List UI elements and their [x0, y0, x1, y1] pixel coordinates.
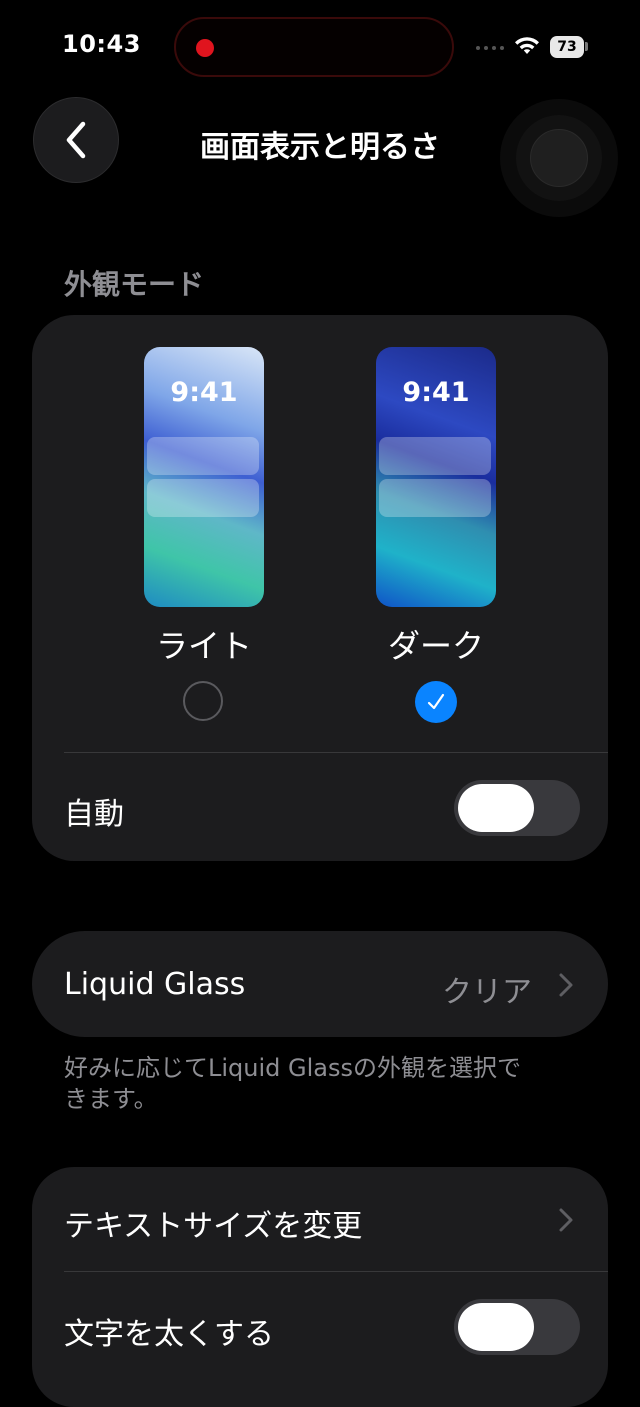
preview-time: 9:41: [170, 377, 238, 408]
preview-widget: [147, 479, 259, 517]
dark-mode-preview[interactable]: 9:41: [376, 347, 496, 607]
light-mode-preview[interactable]: 9:41: [144, 347, 264, 607]
dynamic-island[interactable]: [174, 17, 454, 77]
light-mode-radio[interactable]: [183, 681, 223, 721]
chevron-right-icon: [559, 973, 573, 997]
bold-text-label: 文字を太くする: [64, 1317, 274, 1352]
appearance-section-header: 外観モード: [64, 268, 205, 301]
auto-label: 自動: [64, 797, 124, 832]
wifi-icon: [515, 37, 539, 54]
chevron-right-icon[interactable]: [558, 1207, 574, 1233]
recording-indicator-icon: [196, 39, 214, 57]
toggle-knob: [458, 784, 534, 832]
liquid-glass-row[interactable]: Liquid Glass クリア: [32, 931, 608, 1037]
auto-toggle[interactable]: [454, 780, 580, 836]
preview-widget: [379, 479, 491, 517]
divider: [64, 1271, 608, 1272]
liquid-glass-footer: 好みに応じてLiquid Glassの外観を選択できます。: [64, 1054, 521, 1113]
liquid-glass-label: Liquid Glass: [64, 967, 246, 1002]
checkmark-icon: [427, 693, 445, 710]
status-time: 10:43: [62, 30, 141, 58]
battery-cap: [585, 42, 588, 51]
cellular-signal-icon: [476, 46, 504, 50]
preview-widget: [379, 437, 491, 475]
light-mode-label: ライト: [155, 627, 252, 665]
bold-text-toggle[interactable]: [454, 1299, 580, 1355]
dark-mode-radio[interactable]: [415, 681, 457, 723]
divider: [64, 752, 608, 753]
preview-time: 9:41: [402, 377, 470, 408]
text-size-row-label[interactable]: テキストサイズを変更: [64, 1201, 362, 1245]
text-settings-card: テキストサイズを変更 文字を太くする: [32, 1167, 608, 1407]
appearance-card: 9:41 9:41 ライト ダーク 自動: [32, 315, 608, 861]
assistive-touch-button[interactable]: [500, 99, 618, 217]
liquid-glass-value: クリア: [442, 975, 532, 1010]
preview-widget: [147, 437, 259, 475]
toggle-knob: [458, 1303, 534, 1351]
battery-icon: 73: [550, 36, 584, 58]
dark-mode-label: ダーク: [387, 627, 484, 665]
